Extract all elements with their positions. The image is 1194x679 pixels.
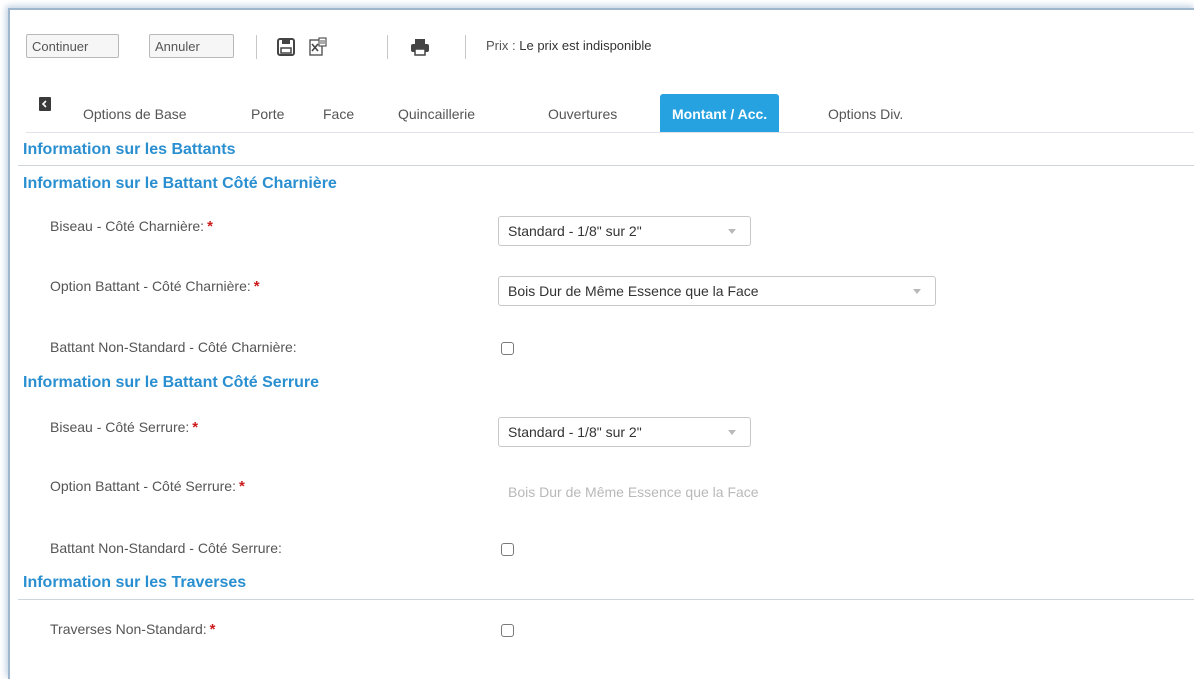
traverses-nonstd-checkbox[interactable] bbox=[501, 624, 514, 637]
required-marker: * bbox=[209, 621, 216, 638]
tab-montant-acc[interactable]: Montant / Acc. bbox=[660, 94, 780, 132]
option-serrure-value: Bois Dur de Même Essence que la Face bbox=[508, 484, 759, 500]
required-marker: * bbox=[207, 218, 213, 235]
required-marker: * bbox=[238, 478, 245, 495]
field-label-text: Biseau - Côté Charnière: bbox=[50, 218, 205, 234]
section-title-serrure: Information sur le Battant Côté Serrure bbox=[23, 374, 320, 391]
nonstd-serrure-checkbox[interactable] bbox=[501, 543, 514, 556]
excel-export-icon[interactable] bbox=[308, 37, 328, 57]
field-label-text: Battant Non-Standard - Côté Serrure: bbox=[50, 540, 282, 556]
print-icon[interactable] bbox=[410, 37, 430, 57]
tab-bar-divider bbox=[26, 132, 1194, 133]
tab-options-de-base[interactable]: Options de Base bbox=[83, 94, 187, 132]
cancel-button[interactable]: Annuler bbox=[149, 34, 234, 58]
field-label-text: Biseau - Côté Serrure: bbox=[50, 419, 190, 435]
field-label-option-serrure: Option Battant - Côté Serrure: * bbox=[50, 478, 245, 495]
chevron-down-icon bbox=[913, 289, 921, 294]
price-value: Le prix est indisponible bbox=[519, 38, 652, 53]
section-divider bbox=[18, 599, 1194, 600]
tab-options-div[interactable]: Options Div. bbox=[828, 94, 903, 132]
toolbar-divider bbox=[387, 35, 388, 59]
field-label-nonstd-serrure: Battant Non-Standard - Côté Serrure: bbox=[50, 540, 282, 556]
select-value: Bois Dur de Même Essence que la Face bbox=[508, 283, 759, 299]
price-label: Prix : bbox=[486, 38, 516, 53]
toolbar: Continuer Annuler Prix: Le prix est ind… bbox=[26, 34, 1186, 60]
field-label-traverses-nonstd: Traverses Non-Standard: * bbox=[50, 621, 216, 638]
section-divider bbox=[18, 165, 1194, 166]
field-label-text: Battant Non-Standard - Côté Charnière: bbox=[50, 339, 297, 355]
toolbar-divider bbox=[465, 35, 466, 59]
chevron-down-icon bbox=[728, 430, 736, 435]
save-icon[interactable] bbox=[276, 37, 296, 57]
option-charniere-select[interactable]: Bois Dur de Même Essence que la Face bbox=[498, 276, 936, 306]
tab-porte[interactable]: Porte bbox=[251, 94, 284, 132]
select-value: Standard - 1/8" sur 2" bbox=[508, 424, 642, 440]
field-label-text: Traverses Non-Standard: bbox=[50, 621, 207, 637]
field-label-nonstd-charniere: Battant Non-Standard - Côté Charnière: bbox=[50, 339, 297, 355]
main-window: Continuer Annuler Prix: Le prix est ind… bbox=[8, 8, 1194, 679]
required-marker: * bbox=[192, 419, 199, 436]
field-label-text: Option Battant - Côté Charnière: bbox=[50, 278, 251, 294]
tab-bar: Options de Base Porte Face Quincaillerie… bbox=[10, 94, 1194, 134]
chevron-down-icon bbox=[728, 229, 736, 234]
section-title-traverses: Information sur les Traverses bbox=[23, 574, 247, 591]
section-title-battants: Information sur les Battants bbox=[23, 141, 236, 158]
section-title-charniere: Information sur le Battant Côté Charnièr… bbox=[23, 175, 337, 192]
tab-quincaillerie[interactable]: Quincaillerie bbox=[398, 94, 475, 132]
field-label-text: Option Battant - Côté Serrure: bbox=[50, 478, 236, 494]
field-label-biseau-serrure: Biseau - Côté Serrure: * bbox=[50, 419, 198, 436]
field-label-biseau-charniere: Biseau - Côté Charnière: * bbox=[50, 218, 213, 235]
tab-ouvertures[interactable]: Ouvertures bbox=[548, 94, 617, 132]
biseau-charniere-select[interactable]: Standard - 1/8" sur 2" bbox=[498, 216, 751, 246]
toolbar-divider bbox=[256, 35, 257, 59]
price-display: Prix : Le prix est indisponible bbox=[486, 38, 652, 53]
field-label-option-charniere: Option Battant - Côté Charnière: * bbox=[50, 278, 260, 295]
back-icon[interactable] bbox=[39, 97, 51, 111]
continue-button[interactable]: Continuer bbox=[26, 34, 119, 58]
required-marker: * bbox=[253, 278, 260, 295]
biseau-serrure-select[interactable]: Standard - 1/8" sur 2" bbox=[498, 417, 751, 447]
select-value: Standard - 1/8" sur 2" bbox=[508, 223, 642, 239]
tab-face[interactable]: Face bbox=[323, 94, 354, 132]
nonstd-charniere-checkbox[interactable] bbox=[501, 342, 514, 355]
